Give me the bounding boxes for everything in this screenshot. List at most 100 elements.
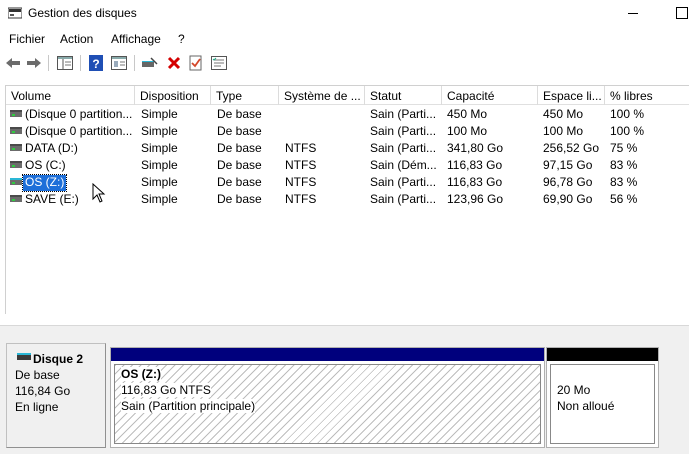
connect-disk-button[interactable] [140, 54, 160, 72]
table-row[interactable]: DATA (D:) Simple De base NTFS Sain (Parti...… [6, 140, 689, 157]
cell-disposition: Simple [141, 141, 178, 155]
unallocated-box: 20 Mo Non alloué [550, 364, 655, 444]
maximize-button[interactable] [672, 2, 689, 22]
menu-fichier[interactable]: Fichier [9, 32, 45, 46]
disk-state: En ligne [15, 400, 59, 414]
volume-icon [10, 110, 22, 117]
column-header-filesystem[interactable]: Système de ... [279, 86, 365, 105]
cell-volume: DATA (D:) [25, 141, 78, 155]
partition-selected-hatch: OS (Z:) 116,83 Go NTFS Sain (Partition p… [114, 364, 541, 444]
minimize-button[interactable] [628, 2, 642, 22]
cell-filesystem: NTFS [285, 141, 317, 155]
cell-capacity: 116,83 Go [447, 175, 503, 189]
disk-type: De base [15, 368, 60, 382]
cell-free-space: 100 Mo [543, 124, 584, 138]
console-tree-button[interactable] [55, 54, 75, 72]
checklist-button[interactable] [186, 54, 206, 72]
column-header-free-space[interactable]: Espace li... [538, 86, 605, 105]
disk-management-app-icon [8, 7, 22, 19]
volume-icon [10, 161, 22, 168]
cell-percent-free: 83 % [610, 175, 638, 189]
cell-volume: SAVE (E:) [25, 192, 79, 206]
cell-free-space: 450 Mo [543, 107, 584, 121]
cell-type: De base [217, 158, 262, 172]
cell-percent-free: 100 % [610, 107, 645, 121]
toolbar-separator [134, 55, 135, 71]
cell-disposition: Simple [141, 107, 178, 121]
title-bar: Gestion des disques [0, 0, 689, 28]
volume-icon [10, 144, 22, 151]
cell-capacity: 123,96 Go [447, 192, 504, 206]
table-row[interactable]: (Disque 0 partition... Simple De base Sain … [6, 106, 689, 123]
back-button[interactable] [3, 54, 23, 72]
table-row[interactable]: SAVE (E:) Simple De base NTFS Sain (Parti...… [6, 191, 689, 208]
table-row[interactable]: OS (C:) Simple De base NTFS Sain (Dém... 116,… [6, 157, 689, 174]
unallocated-size: 20 Mo [557, 383, 591, 397]
cell-percent-free: 100 % [610, 124, 645, 138]
partition-unallocated[interactable]: 20 Mo Non alloué [546, 347, 659, 448]
cell-capacity: 100 Mo [447, 124, 488, 138]
column-header-type[interactable]: Type [211, 86, 279, 105]
primary-partition-bar [111, 348, 544, 361]
partition-os-z[interactable]: OS (Z:) 116,83 Go NTFS Sain (Partition p… [110, 347, 545, 448]
cell-volume: OS (C:) [25, 158, 66, 172]
column-header-volume[interactable]: Volume [6, 86, 135, 105]
volume-icon [10, 195, 22, 202]
partition-status: Sain (Partition principale) [121, 399, 256, 413]
cell-capacity: 341,80 Go [447, 141, 504, 155]
cell-volume: OS (Z:) [21, 174, 68, 192]
partition-size: 116,83 Go NTFS [121, 383, 211, 397]
cell-status: Sain (Dém... [370, 158, 437, 172]
forward-button[interactable] [24, 54, 44, 72]
cell-filesystem: NTFS [285, 175, 317, 189]
pane-splitter[interactable] [0, 325, 689, 335]
cell-type: De base [217, 124, 262, 138]
properties-button[interactable] [209, 54, 229, 72]
properties-icon [211, 56, 227, 70]
cell-status: Sain (Parti... [370, 107, 437, 121]
cell-free-space: 97,15 Go [543, 158, 593, 172]
volume-icon [10, 127, 22, 134]
column-header-capacity[interactable]: Capacité [442, 86, 538, 105]
disk-name: Disque 2 [33, 352, 84, 366]
table-row[interactable]: (Disque 0 partition... Simple De base Sain … [6, 123, 689, 140]
help-button[interactable]: ? [86, 54, 106, 72]
menu-action[interactable]: Action [60, 32, 93, 46]
menu-help[interactable]: ? [178, 32, 185, 46]
cell-filesystem: NTFS [285, 192, 317, 206]
properties-pane-button[interactable] [109, 54, 129, 72]
column-header-percent-free[interactable]: % libres [605, 86, 689, 105]
back-arrow-icon [6, 58, 20, 68]
menu-affichage[interactable]: Affichage [111, 32, 161, 46]
cell-percent-free: 83 % [610, 158, 638, 172]
cell-type: De base [217, 107, 262, 121]
mouse-cursor-icon [92, 183, 106, 203]
table-row[interactable]: OS (Z:) Simple De base NTFS Sain (Parti... 11… [6, 174, 689, 192]
help-icon: ? [89, 55, 103, 71]
volume-list: Volume Disposition Type Système de ... S… [5, 85, 689, 314]
cell-capacity: 450 Mo [447, 107, 488, 121]
disk-icon [17, 353, 31, 360]
cell-status: Sain (Parti... [370, 175, 437, 189]
cell-volume: (Disque 0 partition... [25, 124, 133, 138]
cell-type: De base [217, 175, 262, 189]
cell-free-space: 256,52 Go [543, 141, 600, 155]
cell-free-space: 69,90 Go [543, 192, 593, 206]
unallocated-status: Non alloué [557, 399, 615, 413]
cell-disposition: Simple [141, 192, 178, 206]
column-header-disposition[interactable]: Disposition [135, 86, 211, 105]
toolbar-separator [48, 55, 49, 71]
cell-type: De base [217, 192, 262, 206]
column-header-status[interactable]: Statut [365, 86, 442, 105]
cell-percent-free: 56 % [610, 192, 638, 206]
volume-icon [10, 178, 22, 185]
cell-disposition: Simple [141, 158, 178, 172]
volume-list-header: Volume Disposition Type Système de ... S… [6, 86, 689, 105]
cell-disposition: Simple [141, 175, 178, 189]
forward-arrow-icon [27, 58, 41, 68]
delete-button[interactable] [164, 54, 184, 72]
cell-filesystem: NTFS [285, 158, 317, 172]
cell-type: De base [217, 141, 262, 155]
disk-2-label[interactable]: Disque 2 De base 116,84 Go En ligne [6, 343, 106, 448]
cell-status: Sain (Parti... [370, 141, 437, 155]
